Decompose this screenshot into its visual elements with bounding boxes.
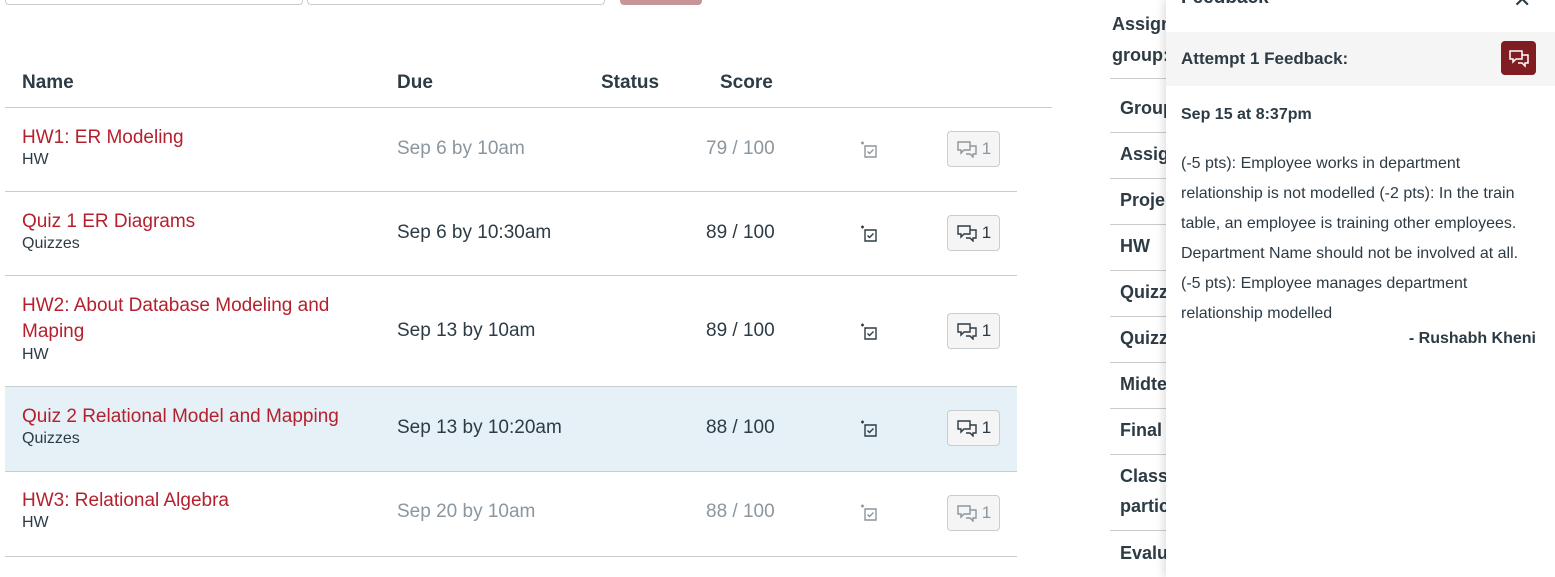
assignment-group: HW — [22, 514, 49, 531]
comment-count: 1 — [981, 223, 992, 242]
table-row: Quiz 1 ER Diagrams Quizzes Sep 6 by 10:3… — [5, 192, 1017, 276]
header-status[interactable]: Status — [601, 72, 659, 94]
sidebar-label: partic — [1120, 496, 1170, 516]
comment-count: 1 — [981, 321, 992, 340]
rubric-icon[interactable] — [858, 139, 880, 161]
due-date: Sep 13 by 10am — [397, 320, 536, 341]
sidebar-label: Assig — [1120, 144, 1170, 164]
comment-button[interactable]: 1 — [947, 131, 1000, 167]
score: 79 / 100 — [706, 138, 775, 159]
assignment-link[interactable]: HW2: About Database Modeling and Maping — [22, 293, 367, 345]
rubric-icon[interactable] — [858, 321, 880, 343]
rubric-icon[interactable] — [858, 502, 880, 524]
divider — [1110, 362, 1170, 363]
feedback-tray: Feedback ✕ Attempt 1 Feedback: Sep 15 at… — [1166, 0, 1555, 577]
score: 89 / 100 — [706, 320, 775, 341]
comment-icon — [957, 323, 977, 340]
comment-button[interactable]: 1 — [947, 410, 1000, 446]
due-date: Sep 6 by 10:30am — [397, 222, 552, 243]
grades-table: Name Due Status Score HW1: ER Modeling H… — [5, 60, 1052, 557]
table-row: HW1: ER Modeling HW Sep 6 by 10am 79 / 1… — [5, 108, 1017, 192]
divider — [1110, 316, 1170, 317]
course-select[interactable] — [5, 0, 303, 5]
score: 89 / 100 — [706, 222, 775, 243]
due-date: Sep 13 by 10:20am — [397, 417, 562, 438]
comment-icon — [957, 420, 977, 437]
comment-icon — [957, 505, 977, 522]
divider — [1110, 224, 1170, 225]
comment-button[interactable]: 1 — [947, 313, 1000, 349]
rubric-icon[interactable] — [858, 418, 880, 440]
comment-count: 1 — [981, 139, 992, 158]
header-score[interactable]: Score — [720, 72, 773, 94]
sidebar-label: Group — [1120, 98, 1170, 118]
comment-icon — [957, 225, 977, 242]
assignment-link[interactable]: HW1: ER Modeling — [22, 125, 367, 151]
due-date: Sep 6 by 10am — [397, 138, 525, 159]
comment-button[interactable]: 1 — [947, 495, 1000, 531]
table-header: Name Due Status Score — [5, 60, 1052, 108]
sidebar-label: Quizz — [1120, 328, 1168, 348]
attempt-comment-button[interactable] — [1501, 41, 1536, 75]
tray-title: Feedback — [1181, 0, 1269, 9]
feedback-date: Sep 15 at 8:37pm — [1181, 106, 1312, 123]
sidebar-label: group: — [1112, 45, 1169, 65]
score: 88 / 100 — [706, 417, 775, 438]
arrange-by-select[interactable] — [307, 0, 605, 5]
apply-button[interactable] — [620, 0, 702, 5]
sidebar-label: Midte — [1120, 374, 1167, 394]
divider — [1110, 270, 1170, 271]
header-due[interactable]: Due — [397, 72, 433, 94]
comment-count: 1 — [981, 418, 992, 437]
assignment-group: HW — [22, 151, 49, 168]
score: 88 / 100 — [706, 501, 775, 522]
sidebar-label: Evalu — [1120, 543, 1169, 563]
assignment-link[interactable]: HW3: Relational Algebra — [22, 488, 367, 514]
table-row: HW3: Relational Algebra HW Sep 20 by 10a… — [5, 472, 1017, 557]
divider — [1110, 408, 1170, 409]
divider — [1110, 454, 1170, 455]
sidebar-label: HW — [1120, 236, 1150, 256]
comment-count: 1 — [981, 503, 992, 522]
sidebar-label: Class — [1120, 466, 1169, 486]
divider — [1110, 530, 1170, 531]
assignment-group: Quizzes — [22, 430, 80, 447]
comment-icon — [957, 141, 977, 158]
table-row: HW2: About Database Modeling and Maping … — [5, 276, 1017, 387]
attempt-label: Attempt 1 Feedback: — [1181, 49, 1349, 68]
sidebar-label: Final — [1120, 420, 1163, 440]
divider — [1110, 78, 1170, 79]
close-icon[interactable]: ✕ — [1513, 0, 1531, 13]
assignment-group: Quizzes — [22, 235, 80, 252]
due-date: Sep 20 by 10am — [397, 501, 536, 522]
sidebar-label: Quizz — [1120, 282, 1168, 302]
assignment-link[interactable]: Quiz 1 ER Diagrams — [22, 209, 367, 235]
grades-page: Name Due Status Score HW1: ER Modeling H… — [0, 0, 1555, 577]
feedback-author: - Rushabh Kheni — [1408, 330, 1536, 347]
sidebar-label: Proje — [1120, 190, 1166, 210]
sidebar-label: Assign — [1112, 14, 1170, 34]
rubric-icon[interactable] — [858, 223, 880, 245]
divider — [1110, 132, 1170, 133]
assignment-link[interactable]: Quiz 2 Relational Model and Mapping — [22, 404, 367, 430]
comment-button[interactable]: 1 — [947, 215, 1000, 251]
table-row: Quiz 2 Relational Model and Mapping Quiz… — [5, 387, 1017, 472]
divider — [1110, 178, 1170, 179]
comment-icon — [1508, 50, 1529, 68]
assignment-weights-panel: Assign group: Group Assig Proje HW Quizz… — [1110, 0, 1170, 577]
attempt-header: Attempt 1 Feedback: — [1166, 32, 1555, 86]
feedback-comment: (-5 pts): Employee works in department r… — [1181, 155, 1519, 322]
assignment-group: HW — [22, 346, 49, 363]
header-name[interactable]: Name — [22, 72, 74, 94]
